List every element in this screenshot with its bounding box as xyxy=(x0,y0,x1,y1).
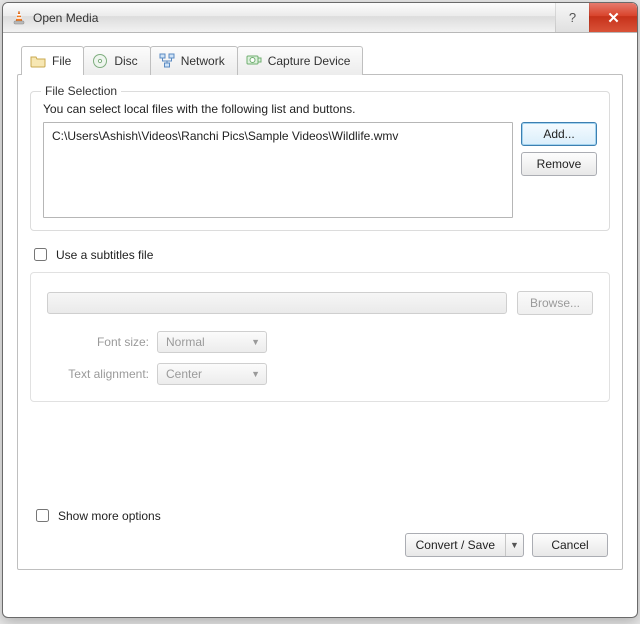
text-alignment-label: Text alignment: xyxy=(47,367,157,381)
cancel-button[interactable]: Cancel xyxy=(532,533,608,557)
help-button[interactable]: ? xyxy=(555,3,589,32)
tab-file-label: File xyxy=(52,54,71,68)
dialog-footer: Show more options Convert / Save ▼ Cance… xyxy=(32,506,608,557)
folder-icon xyxy=(30,53,46,69)
text-alignment-value: Center xyxy=(166,367,202,381)
window-title: Open Media xyxy=(33,11,98,25)
disc-icon xyxy=(92,53,108,69)
show-more-options-row[interactable]: Show more options xyxy=(32,506,608,525)
use-subtitles-row[interactable]: Use a subtitles file xyxy=(30,245,610,264)
tab-capture-label: Capture Device xyxy=(268,54,351,68)
use-subtitles-checkbox[interactable] xyxy=(34,248,47,261)
add-button[interactable]: Add... xyxy=(521,122,597,146)
tab-network-label: Network xyxy=(181,54,225,68)
chevron-down-icon: ▼ xyxy=(251,369,260,379)
open-media-dialog: Open Media ? ✕ File Disc xyxy=(2,2,638,618)
show-more-options-label: Show more options xyxy=(58,509,161,523)
titlebar: Open Media ? ✕ xyxy=(3,3,637,33)
convert-save-button[interactable]: Convert / Save ▼ xyxy=(405,533,524,557)
remove-button[interactable]: Remove xyxy=(521,152,597,176)
font-size-combo: Normal ▼ xyxy=(157,331,267,353)
tab-pane-file: File Selection You can select local file… xyxy=(17,74,623,570)
file-selection-hint: You can select local files with the foll… xyxy=(43,102,597,116)
show-more-options-checkbox[interactable] xyxy=(36,509,49,522)
use-subtitles-label: Use a subtitles file xyxy=(56,248,153,262)
convert-save-dropdown[interactable]: ▼ xyxy=(505,534,523,556)
file-list-item[interactable]: C:\Users\Ashish\Videos\Ranchi Pics\Sampl… xyxy=(50,127,506,145)
file-selection-group: File Selection You can select local file… xyxy=(30,91,610,231)
font-size-value: Normal xyxy=(166,335,205,349)
tab-network[interactable]: Network xyxy=(150,46,238,75)
vlc-icon xyxy=(11,10,27,26)
tab-file[interactable]: File xyxy=(21,46,84,75)
dialog-content: File Disc Network xyxy=(3,33,637,584)
tab-disc[interactable]: Disc xyxy=(83,46,150,75)
file-selection-legend: File Selection xyxy=(41,84,121,98)
browse-button: Browse... xyxy=(517,291,593,315)
convert-save-label[interactable]: Convert / Save xyxy=(406,538,505,552)
font-size-label: Font size: xyxy=(47,335,157,349)
capture-icon xyxy=(246,53,262,69)
close-button[interactable]: ✕ xyxy=(589,3,637,32)
titlebar-buttons: ? ✕ xyxy=(555,3,637,32)
chevron-down-icon: ▼ xyxy=(251,337,260,347)
subtitles-panel: Browse... Font size: Normal ▼ Text align… xyxy=(30,272,610,402)
tabbar: File Disc Network xyxy=(17,46,623,75)
tab-capture-device[interactable]: Capture Device xyxy=(237,46,364,75)
text-alignment-combo: Center ▼ xyxy=(157,363,267,385)
subtitles-path-field xyxy=(47,292,507,314)
tab-disc-label: Disc xyxy=(114,54,137,68)
file-list[interactable]: C:\Users\Ashish\Videos\Ranchi Pics\Sampl… xyxy=(43,122,513,218)
network-icon xyxy=(159,53,175,69)
